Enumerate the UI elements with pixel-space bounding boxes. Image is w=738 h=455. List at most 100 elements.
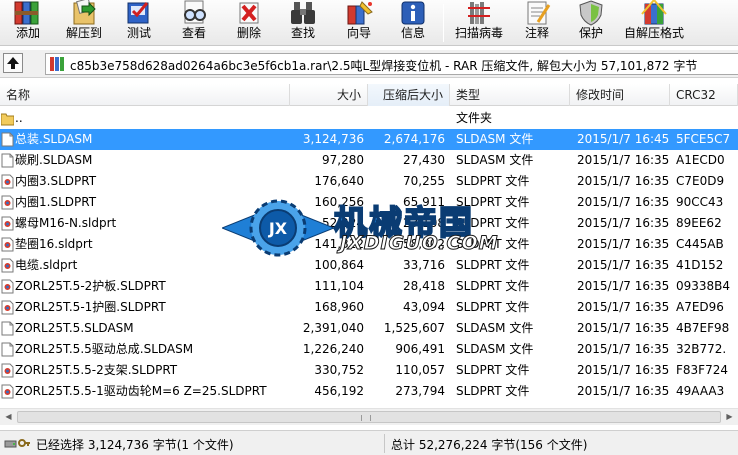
file-row[interactable]: ZORL25T.5-2护板.SLDPRT 111,104 28,418 SLDPRT … — [0, 276, 738, 297]
document-icon — [1, 153, 14, 168]
add-button[interactable]: 添加 — [2, 0, 54, 46]
file-modified: 2015/1/7 16:35 — [577, 279, 669, 293]
file-size: 168,960 — [314, 300, 364, 314]
scroll-thumb[interactable] — [17, 411, 721, 423]
file-modified: 2015/1/7 16:35 — [577, 195, 669, 209]
column-size[interactable]: 大小 — [290, 84, 368, 106]
file-size: 111,104 — [314, 279, 364, 293]
file-modified: 2015/1/7 16:35 — [577, 321, 669, 335]
up-folder-button[interactable] — [3, 53, 23, 73]
info-button[interactable]: 信息 — [388, 0, 438, 46]
file-name: 总装.SLDASM — [15, 132, 93, 146]
horizontal-scrollbar[interactable]: ◀ ▶ — [0, 408, 738, 425]
column-name[interactable]: 名称 — [0, 84, 290, 106]
file-type: SLDASM 文件 — [456, 342, 534, 356]
file-crc: 5FCE5C7 — [676, 132, 731, 146]
column-header: 名称 大小 压缩后大小 类型 修改时间 CRC32 — [0, 84, 738, 106]
comment-icon — [527, 1, 551, 25]
column-crc[interactable]: CRC32 — [670, 84, 738, 106]
file-modified: 2015/1/7 16:35 — [577, 153, 669, 167]
file-size: 330,752 — [314, 363, 364, 377]
file-name: .. — [15, 111, 23, 125]
file-modified: 2015/1/7 16:35 — [577, 300, 669, 314]
document-icon — [1, 342, 14, 357]
comment-button[interactable]: 注释 — [512, 0, 562, 46]
file-crc: 49AAA3 — [676, 384, 725, 398]
column-modified[interactable]: 修改时间 — [570, 84, 670, 106]
file-type: SLDPRT 文件 — [456, 279, 530, 293]
file-type: SLDASM 文件 — [456, 321, 534, 335]
address-field[interactable]: c85b3e758d628ad0264a6bc3e5f6cb1a.rar\2.5… — [45, 53, 738, 75]
watermark-domain: JXDIGUO.COM — [340, 232, 499, 255]
view-button[interactable]: 查看 — [168, 0, 220, 46]
find-button[interactable]: 查找 — [278, 0, 328, 46]
file-size: 456,192 — [314, 384, 364, 398]
file-modified: 2015/1/7 16:35 — [577, 258, 669, 272]
delete-icon — [239, 2, 259, 24]
file-row[interactable]: 总装.SLDASM 3,124,736 2,674,176 SLDASM 文件 2015… — [0, 129, 738, 150]
address-bar: c85b3e758d628ad0264a6bc3e5f6cb1a.rar\2.5… — [0, 50, 738, 78]
status-bar: 已经选择 3,124,736 字节(1 个文件) 总计 52,276,224 字… — [0, 430, 738, 455]
scroll-grip — [361, 415, 371, 421]
up-arrow-icon — [7, 57, 19, 69]
toolbar: 添加 解压到 测试 查看 删除 查找 向导 信息 扫描病毒 注释 保护 自解压格… — [0, 0, 738, 46]
protect-button[interactable]: 保护 — [566, 0, 616, 46]
file-crc: 09338B4 — [676, 279, 731, 293]
file-row[interactable]: ZORL25T.5.5-2支架.SLDPRT 330,752 110,057 SLDP… — [0, 360, 738, 381]
file-modified: 2015/1/7 16:35 — [577, 342, 669, 356]
drive-icon — [4, 440, 17, 448]
file-crc: C445AB — [676, 237, 724, 251]
view-icon — [184, 0, 206, 24]
sldprt-icon — [1, 216, 14, 231]
add-label: 添加 — [15, 26, 40, 40]
shield-icon — [579, 0, 603, 26]
file-packed-size: 43,094 — [403, 300, 445, 314]
comment-label: 注释 — [524, 26, 549, 40]
document-icon — [1, 321, 14, 336]
file-name: 内圈3.SLDPRT — [15, 174, 97, 188]
extract-to-button[interactable]: 解压到 — [58, 0, 110, 46]
file-name: ZORL25T.5-1护圈.SLDPRT — [15, 300, 166, 314]
sldprt-icon — [1, 174, 14, 189]
file-packed-size: 70,255 — [403, 174, 445, 188]
file-row[interactable]: ZORL25T.5.5-1驱动齿轮M=6 Z=25.SLDPRT 456,192 2… — [0, 381, 738, 402]
virus-scan-icon — [468, 2, 490, 24]
file-type: SLDPRT 文件 — [456, 363, 530, 377]
virus-scan-button[interactable]: 扫描病毒 — [450, 0, 508, 46]
watermark: JX 机械帝国 JXDIGUO.COM — [222, 196, 522, 260]
gear-logo-icon: JX — [222, 199, 334, 257]
protect-label: 保护 — [578, 26, 603, 40]
toolbar-separator — [443, 4, 444, 42]
file-row[interactable]: ZORL25T.5.5驱动总成.SLDASM 1,226,240 906,491 SL… — [0, 339, 738, 360]
file-row[interactable]: 碳刷.SLDASM 97,280 27,430 SLDASM 文件 2015/1/7 1… — [0, 150, 738, 171]
file-type: SLDPRT 文件 — [456, 300, 530, 314]
file-type: SLDASM 文件 — [456, 132, 534, 146]
file-packed-size: 27,430 — [403, 153, 445, 167]
file-row[interactable]: ZORL25T.5-1护圈.SLDPRT 168,960 43,094 SLDPRT … — [0, 297, 738, 318]
scroll-left-arrow[interactable]: ◀ — [0, 409, 17, 425]
file-packed-size: 273,794 — [395, 384, 445, 398]
books-icon — [14, 1, 39, 25]
document-icon — [1, 132, 14, 147]
column-type[interactable]: 类型 — [450, 84, 570, 106]
sldprt-icon — [1, 300, 14, 315]
info-icon — [401, 1, 425, 25]
test-button[interactable]: 测试 — [114, 0, 164, 46]
folder-icon — [1, 113, 14, 126]
file-crc: 4B7EF98 — [676, 321, 730, 335]
file-packed-size: 2,674,176 — [383, 132, 445, 146]
sldprt-icon — [1, 363, 14, 378]
file-row[interactable]: 内圈3.SLDPRT 176,640 70,255 SLDPRT 文件 2015/1/7… — [0, 171, 738, 192]
wizard-button[interactable]: 向导 — [334, 0, 384, 46]
file-row[interactable]: .. 文件夹 — [0, 108, 738, 129]
scroll-right-arrow[interactable]: ▶ — [721, 409, 738, 425]
sfx-button[interactable]: 自解压格式 — [620, 0, 688, 46]
file-packed-size: 906,491 — [395, 342, 445, 356]
file-crc — [676, 108, 738, 129]
delete-button[interactable]: 删除 — [224, 0, 274, 46]
status-total: 总计 52,276,224 字节(156 个文件) — [391, 438, 588, 452]
file-row[interactable]: ZORL25T.5.SLDASM 2,391,040 1,525,607 SLDASM… — [0, 318, 738, 339]
column-packed[interactable]: 压缩后大小 — [368, 84, 450, 106]
file-type: SLDASM 文件 — [456, 153, 534, 167]
file-size — [290, 108, 364, 129]
